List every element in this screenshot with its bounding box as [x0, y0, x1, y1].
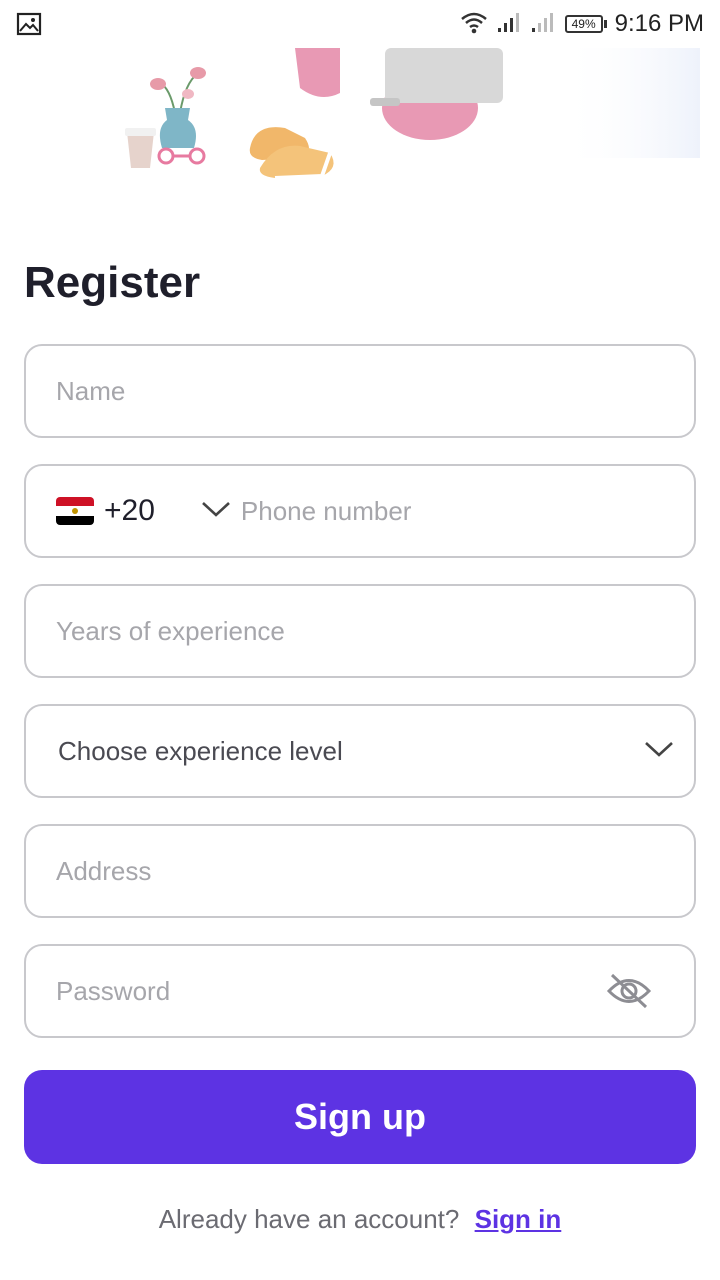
country-code-selector[interactable]: +20 — [26, 466, 231, 556]
name-input[interactable] — [26, 375, 694, 407]
woman-with-laptop-illustration — [0, 48, 720, 198]
name-field[interactable] — [24, 344, 696, 438]
password-input[interactable] — [26, 975, 694, 1007]
password-field[interactable] — [24, 944, 696, 1038]
years-experience-input[interactable] — [26, 615, 694, 647]
status-bar: 49% 9:16 PM — [0, 0, 720, 48]
phone-field[interactable]: +20 — [24, 464, 696, 558]
signup-button[interactable]: Sign up — [24, 1070, 696, 1164]
experience-level-select[interactable]: Choose experience level — [24, 704, 696, 798]
wifi-icon — [459, 10, 489, 39]
battery-icon: 49% — [564, 15, 607, 33]
signal-icon-2 — [531, 11, 557, 38]
egypt-flag-icon — [56, 497, 94, 525]
country-code: +20 — [104, 494, 155, 527]
chevron-down-icon[interactable] — [644, 740, 674, 763]
years-experience-field[interactable] — [24, 584, 696, 678]
signin-link[interactable]: Sign in — [475, 1204, 562, 1234]
address-field[interactable] — [24, 824, 696, 918]
eye-off-icon[interactable] — [606, 972, 652, 1015]
experience-level-label: Choose experience level — [58, 735, 343, 766]
signin-prompt: Already have an account? Sign in — [0, 1204, 720, 1235]
signin-question: Already have an account? — [158, 1204, 460, 1234]
page-title: Register — [24, 258, 201, 307]
phone-input[interactable] — [230, 495, 694, 527]
signal-icon — [497, 11, 523, 38]
battery-level: 49% — [564, 15, 603, 33]
address-input[interactable] — [26, 855, 694, 887]
gallery-icon — [16, 12, 42, 41]
status-time: 9:16 PM — [614, 10, 704, 37]
chevron-down-icon[interactable] — [201, 500, 231, 523]
